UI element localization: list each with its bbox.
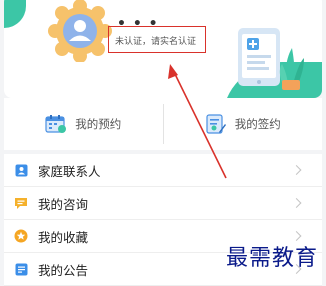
star-icon [14, 229, 28, 243]
chevron-right-icon [291, 165, 302, 175]
watermark: 最需教育 [225, 246, 318, 271]
menu-item-family-contacts[interactable]: 家庭联系人 [4, 154, 322, 187]
my-appointments-label: 我的预约 [75, 117, 122, 131]
annotation-highlight-box [108, 26, 206, 53]
menu-item-label: 我的咨询 [38, 196, 89, 212]
calendar-icon [45, 115, 67, 133]
my-profile-screen: • • • 未认证，请实名认证 我的预约 我的签约 家庭联系人 我的咨询 我的收… [0, 0, 326, 286]
menu-item-label: 我的收藏 [38, 229, 89, 245]
my-appointments-button[interactable]: 我的预约 [4, 98, 163, 150]
my-contracts-label: 我的签约 [234, 117, 281, 131]
phone-illustration-icon [238, 28, 304, 90]
menu-item-label: 家庭联系人 [38, 163, 101, 179]
quick-actions-bar: 我的预约 我的签约 [4, 98, 322, 150]
avatar[interactable] [48, 0, 112, 63]
contract-icon [206, 114, 226, 134]
corner-accent [4, 0, 26, 28]
contact-icon [14, 163, 28, 177]
menu-item-label: 我的公告 [38, 262, 89, 278]
avatar-icon [48, 0, 112, 63]
chat-icon [14, 196, 28, 210]
my-contracts-button[interactable]: 我的签约 [164, 98, 323, 150]
chevron-right-icon [291, 198, 302, 208]
announcement-icon [14, 262, 28, 276]
profile-card: • • • 未认证，请实名认证 [4, 0, 322, 98]
menu-item-my-consultations[interactable]: 我的咨询 [4, 187, 322, 220]
